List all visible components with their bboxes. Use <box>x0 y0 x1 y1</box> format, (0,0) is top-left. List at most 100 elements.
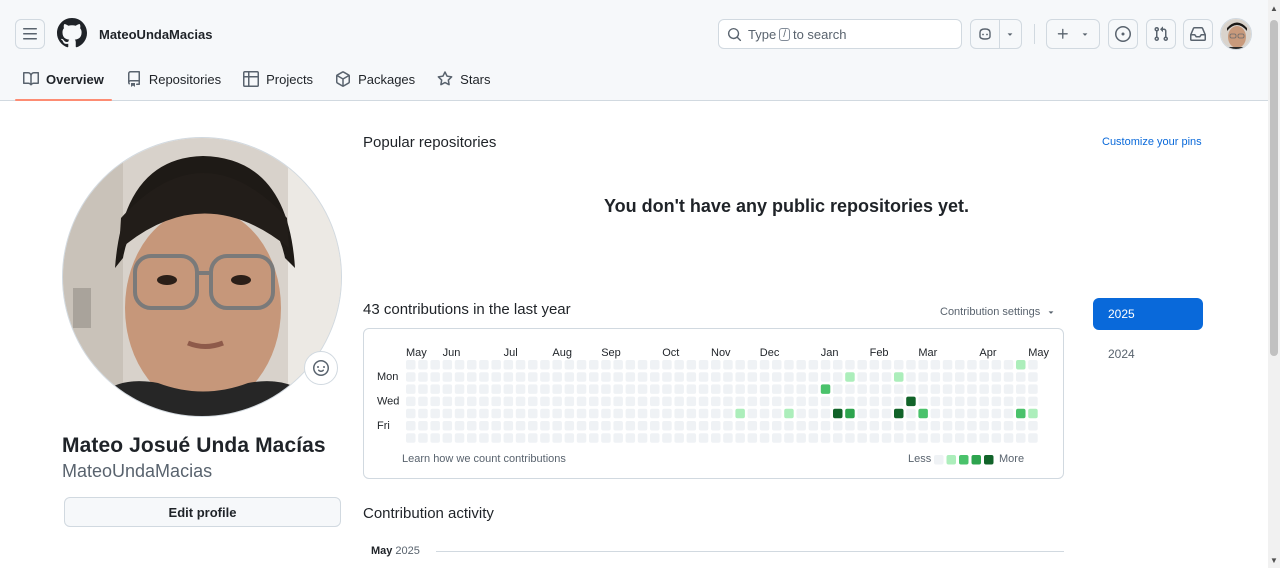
contribution-day-cell[interactable] <box>406 408 416 419</box>
contribution-day-cell[interactable] <box>955 360 965 370</box>
contribution-day-cell[interactable] <box>967 408 977 419</box>
contribution-day-cell[interactable] <box>540 421 550 431</box>
contribution-day-cell[interactable] <box>589 396 599 407</box>
contribution-day-cell[interactable] <box>747 372 758 382</box>
contribution-day-cell[interactable] <box>747 384 758 394</box>
contribution-day-cell[interactable] <box>772 408 782 419</box>
contribution-day-cell[interactable] <box>955 421 965 431</box>
contribution-day-cell[interactable] <box>711 360 721 370</box>
contribution-day-cell[interactable] <box>625 384 636 394</box>
contribution-day-cell[interactable] <box>515 384 526 394</box>
contribution-day-cell[interactable] <box>552 408 562 419</box>
contribution-day-cell[interactable] <box>723 384 733 394</box>
contribution-day-cell[interactable] <box>1028 396 1038 407</box>
contribution-day-cell[interactable] <box>869 384 880 394</box>
contribution-day-cell[interactable] <box>808 372 819 382</box>
contribution-day-cell[interactable] <box>589 421 599 431</box>
contribution-day-cell[interactable] <box>772 384 782 394</box>
contribution-day-cell[interactable] <box>833 384 843 394</box>
contribution-day-cell[interactable] <box>735 408 745 419</box>
contribution-day-cell[interactable] <box>894 433 904 443</box>
contribution-day-cell[interactable] <box>808 360 819 370</box>
contribution-day-cell[interactable] <box>528 408 538 419</box>
contribution-day-cell[interactable] <box>796 396 806 407</box>
contribution-day-cell[interactable] <box>894 408 904 419</box>
contribution-day-cell[interactable] <box>784 421 794 431</box>
contribution-day-cell[interactable] <box>576 433 587 443</box>
contribution-day-cell[interactable] <box>1016 421 1026 431</box>
contribution-day-cell[interactable] <box>650 360 660 370</box>
contribution-day-cell[interactable] <box>503 372 514 382</box>
contribution-day-cell[interactable] <box>1016 384 1026 394</box>
contribution-day-cell[interactable] <box>479 421 489 431</box>
contribution-day-cell[interactable] <box>540 372 550 382</box>
contribution-day-cell[interactable] <box>711 372 721 382</box>
contribution-day-cell[interactable] <box>759 360 770 370</box>
header-username[interactable]: MateoUndaMacias <box>99 27 212 42</box>
contribution-day-cell[interactable] <box>820 396 831 407</box>
contribution-day-cell[interactable] <box>869 372 880 382</box>
contribution-day-cell[interactable] <box>857 372 867 382</box>
contribution-day-cell[interactable] <box>674 421 684 431</box>
contribution-day-cell[interactable] <box>955 396 965 407</box>
scroll-down-arrow-icon[interactable]: ▼ <box>1270 556 1278 565</box>
contribution-day-cell[interactable] <box>686 360 697 370</box>
contribution-day-cell[interactable] <box>662 421 672 431</box>
contribution-day-cell[interactable] <box>747 396 758 407</box>
contribution-day-cell[interactable] <box>735 421 745 431</box>
contribution-day-cell[interactable] <box>503 360 514 370</box>
contribution-day-cell[interactable] <box>613 408 623 419</box>
contribution-settings-button[interactable]: Contribution settings <box>940 306 1056 318</box>
contribution-day-cell[interactable] <box>918 408 928 419</box>
contribution-day-cell[interactable] <box>820 384 831 394</box>
contribution-day-cell[interactable] <box>881 384 892 394</box>
contribution-day-cell[interactable] <box>711 433 721 443</box>
contribution-day-cell[interactable] <box>528 421 538 431</box>
contribution-day-cell[interactable] <box>784 372 794 382</box>
contribution-day-cell[interactable] <box>650 421 660 431</box>
menu-button[interactable] <box>15 19 45 49</box>
contribution-day-cell[interactable] <box>784 408 794 419</box>
contribution-day-cell[interactable] <box>918 433 928 443</box>
contribution-day-cell[interactable] <box>711 384 721 394</box>
contribution-day-cell[interactable] <box>942 433 953 443</box>
contribution-day-cell[interactable] <box>479 372 489 382</box>
contribution-day-cell[interactable] <box>552 396 562 407</box>
contribution-day-cell[interactable] <box>418 396 428 407</box>
contribution-day-cell[interactable] <box>491 421 501 431</box>
contribution-day-cell[interactable] <box>942 372 953 382</box>
contribution-day-cell[interactable] <box>1028 408 1038 419</box>
contribution-day-cell[interactable] <box>552 372 562 382</box>
contribution-day-cell[interactable] <box>637 433 648 443</box>
contribution-day-cell[interactable] <box>942 421 953 431</box>
contribution-day-cell[interactable] <box>845 433 855 443</box>
contribution-day-cell[interactable] <box>711 408 721 419</box>
contribution-day-cell[interactable] <box>674 396 684 407</box>
contribution-day-cell[interactable] <box>540 384 550 394</box>
contribution-day-cell[interactable] <box>430 433 440 443</box>
contribution-day-cell[interactable] <box>735 384 745 394</box>
contribution-day-cell[interactable] <box>625 372 636 382</box>
contribution-day-cell[interactable] <box>552 360 562 370</box>
contribution-day-cell[interactable] <box>942 384 953 394</box>
contribution-day-cell[interactable] <box>979 421 989 431</box>
contribution-day-cell[interactable] <box>918 384 928 394</box>
contribution-day-cell[interactable] <box>833 360 843 370</box>
contribution-day-cell[interactable] <box>674 372 684 382</box>
contribution-day-cell[interactable] <box>833 408 843 419</box>
contribution-day-cell[interactable] <box>698 384 709 394</box>
contribution-day-cell[interactable] <box>479 384 489 394</box>
contribution-day-cell[interactable] <box>442 396 453 407</box>
contribution-day-cell[interactable] <box>845 421 855 431</box>
contribution-day-cell[interactable] <box>540 396 550 407</box>
contribution-day-cell[interactable] <box>564 421 575 431</box>
contribution-day-cell[interactable] <box>442 372 453 382</box>
contribution-day-cell[interactable] <box>906 360 916 370</box>
contribution-day-cell[interactable] <box>991 372 1002 382</box>
contribution-day-cell[interactable] <box>1016 408 1026 419</box>
contribution-day-cell[interactable] <box>808 408 819 419</box>
set-status-button[interactable] <box>304 351 338 385</box>
contribution-day-cell[interactable] <box>613 384 623 394</box>
contribution-day-cell[interactable] <box>454 360 465 370</box>
contribution-day-cell[interactable] <box>796 433 806 443</box>
